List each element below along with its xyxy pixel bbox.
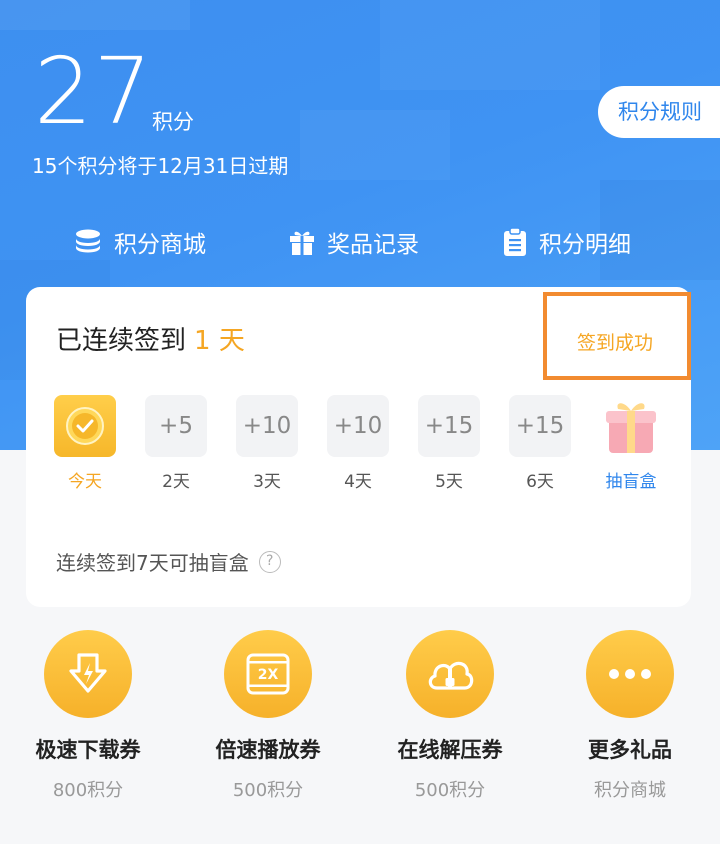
more-dots-icon — [609, 669, 651, 679]
decor-block — [300, 110, 450, 180]
checkin-day-label: 4天 — [344, 472, 372, 492]
checkin-day-reward: +10 — [236, 395, 298, 457]
checkin-day-box — [54, 395, 116, 457]
points-nav: 积分商城 奖品记录 积分明细 — [0, 220, 720, 264]
nav-prize-records-label: 奖品记录 — [327, 232, 419, 258]
checkin-day-label: 3天 — [253, 472, 281, 492]
points-value: 27 — [34, 38, 154, 145]
checkin-tip: 连续签到7天可抽盲盒 ? — [56, 547, 281, 576]
reward-title: 更多礼品 — [588, 738, 672, 762]
checkin-day-label: 6天 — [526, 472, 554, 492]
streak-prefix: 已连续签到 — [56, 326, 187, 356]
reward-title: 极速下载券 — [35, 738, 141, 762]
checkin-day-today: 今天 — [45, 395, 125, 492]
reward-icon-circle — [586, 630, 674, 718]
reward-icon-circle: 2X — [224, 630, 312, 718]
speed-2x-text: 2X — [258, 667, 279, 683]
reward-speed-play[interactable]: 2X 倍速播放券 500积分 — [188, 630, 348, 802]
checkin-day-5: +15 5天 — [409, 395, 489, 492]
checkin-day-6: +15 6天 — [500, 395, 580, 492]
reward-online-unzip[interactable]: 在线解压券 500积分 — [370, 630, 530, 802]
reward-cost: 500积分 — [414, 780, 486, 801]
checkin-day-2: +5 2天 — [136, 395, 216, 492]
reward-fast-download[interactable]: 极速下载券 800积分 — [8, 630, 168, 802]
rewards-grid: 极速下载券 800积分 2X 倍速播放券 500积分 在线解压券 500积分 更… — [0, 630, 720, 830]
help-icon[interactable]: ? — [258, 550, 281, 573]
points-unit: 积分 — [152, 110, 194, 134]
reward-cost: 500积分 — [232, 780, 304, 801]
reward-icon-circle — [44, 630, 132, 718]
checkin-day-label: 抽盲盒 — [605, 472, 657, 492]
checkin-day-reward: +10 — [327, 395, 389, 457]
checkin-day-reward: +5 — [145, 395, 207, 457]
decor-block — [0, 0, 190, 30]
checkin-day-reward: +15 — [509, 395, 571, 457]
checkin-day-reward: +15 — [418, 395, 480, 457]
nav-prize-records[interactable]: 奖品记录 — [289, 220, 419, 264]
checkin-card: 已连续签到 1 天 签到成功 今天 +5 2天 +10 3天 +10 4天 +1… — [26, 287, 691, 607]
points-balance: 27 积分 — [34, 38, 194, 145]
gift-icon — [290, 231, 314, 255]
check-circle-icon — [66, 407, 104, 445]
nav-points-details[interactable]: 积分明细 — [503, 220, 631, 264]
speed-2x-icon: 2X — [246, 653, 290, 695]
decor-block — [380, 0, 600, 90]
points-rules-button[interactable]: 积分规则 — [598, 86, 720, 138]
streak-days: 1 天 — [194, 326, 245, 356]
checkin-status-label[interactable]: 签到成功 — [577, 328, 653, 355]
expire-note: 15个积分将于12月31日过期 — [32, 154, 289, 178]
checkin-days-row: 今天 +5 2天 +10 3天 +10 4天 +15 5天 +15 6天 抽盲盒 — [26, 395, 691, 495]
reward-cost: 800积分 — [52, 780, 124, 801]
checkin-day-4: +10 4天 — [318, 395, 398, 492]
checkin-blind-box[interactable]: 抽盲盒 — [591, 395, 671, 492]
download-icon — [69, 653, 107, 693]
clipboard-icon — [504, 227, 526, 256]
nav-points-mall-label: 积分商城 — [114, 232, 206, 258]
checkin-tip-text: 连续签到7天可抽盲盒 — [56, 551, 249, 575]
checkin-day-3: +10 3天 — [227, 395, 307, 492]
nav-points-mall[interactable]: 积分商城 — [74, 220, 206, 264]
checkin-day-label: 今天 — [68, 472, 102, 492]
reward-more-gifts[interactable]: 更多礼品 积分商城 — [550, 630, 710, 802]
reward-title: 在线解压券 — [397, 738, 503, 762]
checkin-day-box — [600, 395, 662, 457]
coins-stack-icon — [76, 229, 100, 253]
reward-cost: 积分商城 — [594, 780, 666, 801]
reward-icon-circle — [406, 630, 494, 718]
gift-box-icon — [606, 403, 656, 453]
checkin-day-label: 2天 — [162, 472, 190, 492]
streak-text: 已连续签到 1 天 — [56, 320, 245, 357]
checkin-day-label: 5天 — [435, 472, 463, 492]
nav-points-details-label: 积分明细 — [539, 232, 631, 258]
cloud-zip-icon — [428, 661, 474, 690]
reward-title: 倍速播放券 — [215, 738, 321, 762]
